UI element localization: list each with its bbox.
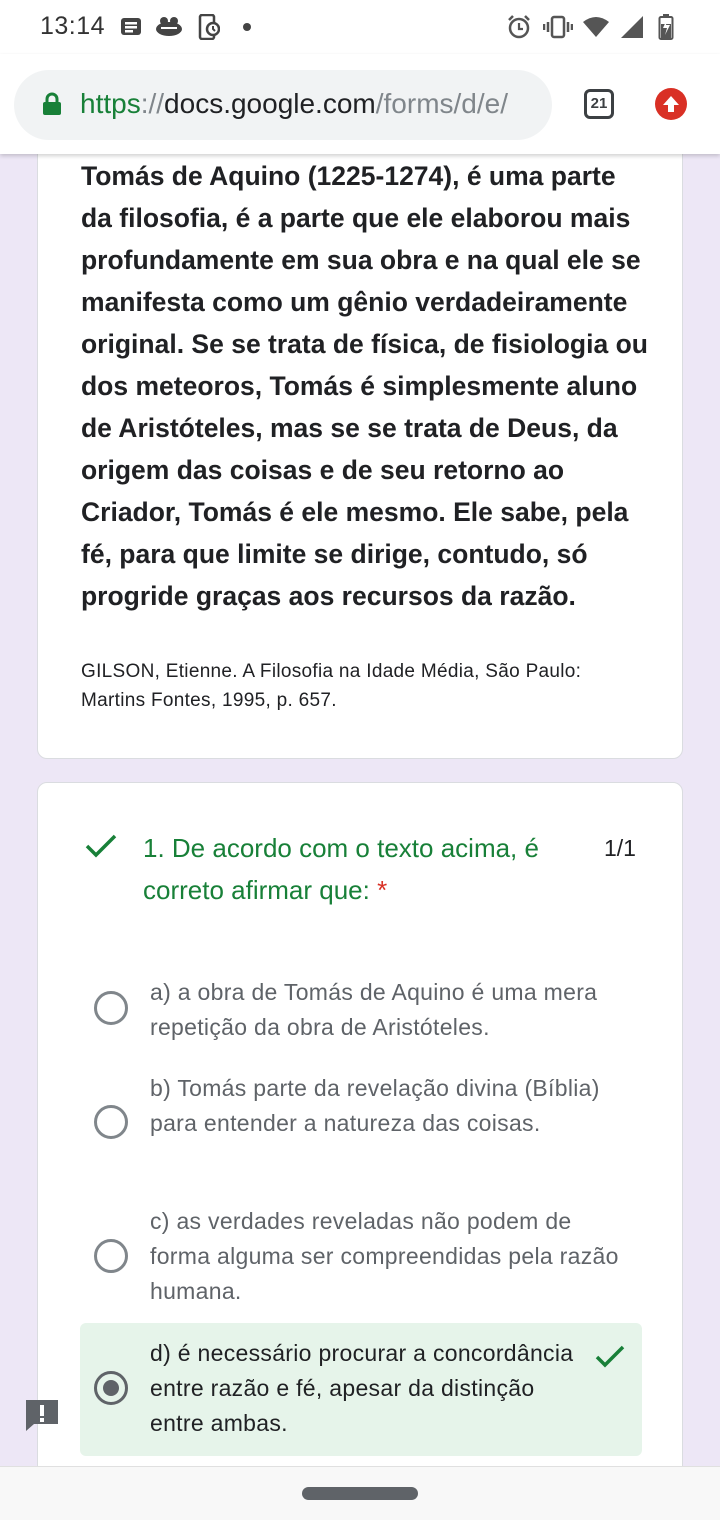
arrow-up-icon <box>663 96 679 112</box>
passage-text: Tomás de Aquino (1225-1274), é uma parte… <box>81 161 648 611</box>
mail-icon <box>155 14 183 40</box>
radio-dot <box>103 1380 119 1396</box>
required-marker: * <box>377 875 388 905</box>
news-icon <box>120 14 142 40</box>
option-label: d) é necessário procurar a concordância … <box>150 1340 574 1436</box>
alarm-icon <box>506 14 532 40</box>
correct-check-icon <box>84 833 118 864</box>
question-title-text: 1. De acordo com o texto acima, é corret… <box>143 833 539 905</box>
correct-answer-check-icon <box>594 1345 626 1374</box>
url-text: https://docs.google.com/forms/d/e/ <box>80 88 508 120</box>
wifi-icon <box>582 14 610 40</box>
option-b[interactable]: b) Tomás parte da revelação divina (Bíbl… <box>80 1069 642 1179</box>
feedback-icon <box>26 1400 58 1431</box>
passage-citation: GILSON, Etienne. A Filosofia na Idade Mé… <box>81 661 582 711</box>
browser-toolbar: https://docs.google.com/forms/d/e/ 21 <box>0 54 720 154</box>
lock-icon <box>42 92 62 121</box>
question-score: 1/1 <box>604 835 636 861</box>
address-bar[interactable]: https://docs.google.com/forms/d/e/ <box>14 70 552 140</box>
tab-switcher-button[interactable]: 21 <box>584 89 614 119</box>
radio-button[interactable] <box>94 1239 128 1273</box>
dot-icon <box>242 14 252 40</box>
signal-icon <box>620 14 644 40</box>
radio-button-selected[interactable] <box>94 1371 128 1405</box>
system-navigation-bar <box>0 1466 720 1520</box>
passage-card: Tomás de Aquino (1225-1274), é uma parte… <box>37 100 683 759</box>
option-c[interactable]: c) as verdades reveladas não podem de fo… <box>80 1203 642 1313</box>
option-a[interactable]: a) a obra de Tomás de Aquino é uma mera … <box>80 969 642 1059</box>
status-time: 13:14 <box>40 12 106 40</box>
option-d[interactable]: d) é necessário procurar a concordância … <box>80 1323 642 1456</box>
status-bar: 13:14 <box>0 0 720 54</box>
question-card: 1. De acordo com o texto acima, é corret… <box>37 782 683 1502</box>
question-title: 1. De acordo com o texto acima, é corret… <box>143 827 593 911</box>
option-label: a) a obra de Tomás de Aquino é uma mera … <box>150 979 598 1040</box>
radio-button[interactable] <box>94 1105 128 1139</box>
vibrate-icon <box>543 14 573 40</box>
url-path: /forms/d/e/ <box>375 88 508 119</box>
url-host: docs.google.com <box>164 88 376 119</box>
option-label: b) Tomás parte da revelação divina (Bíbl… <box>150 1075 600 1136</box>
update-button[interactable] <box>655 88 687 120</box>
url-scheme: https <box>80 88 141 119</box>
url-separator: :// <box>140 88 165 119</box>
option-label: c) as verdades reveladas não podem de fo… <box>150 1208 619 1304</box>
phone-sync-icon <box>198 14 220 40</box>
radio-button[interactable] <box>94 991 128 1025</box>
battery-icon <box>658 14 674 40</box>
home-gesture-handle[interactable] <box>302 1487 418 1500</box>
feedback-button[interactable] <box>24 1398 60 1432</box>
